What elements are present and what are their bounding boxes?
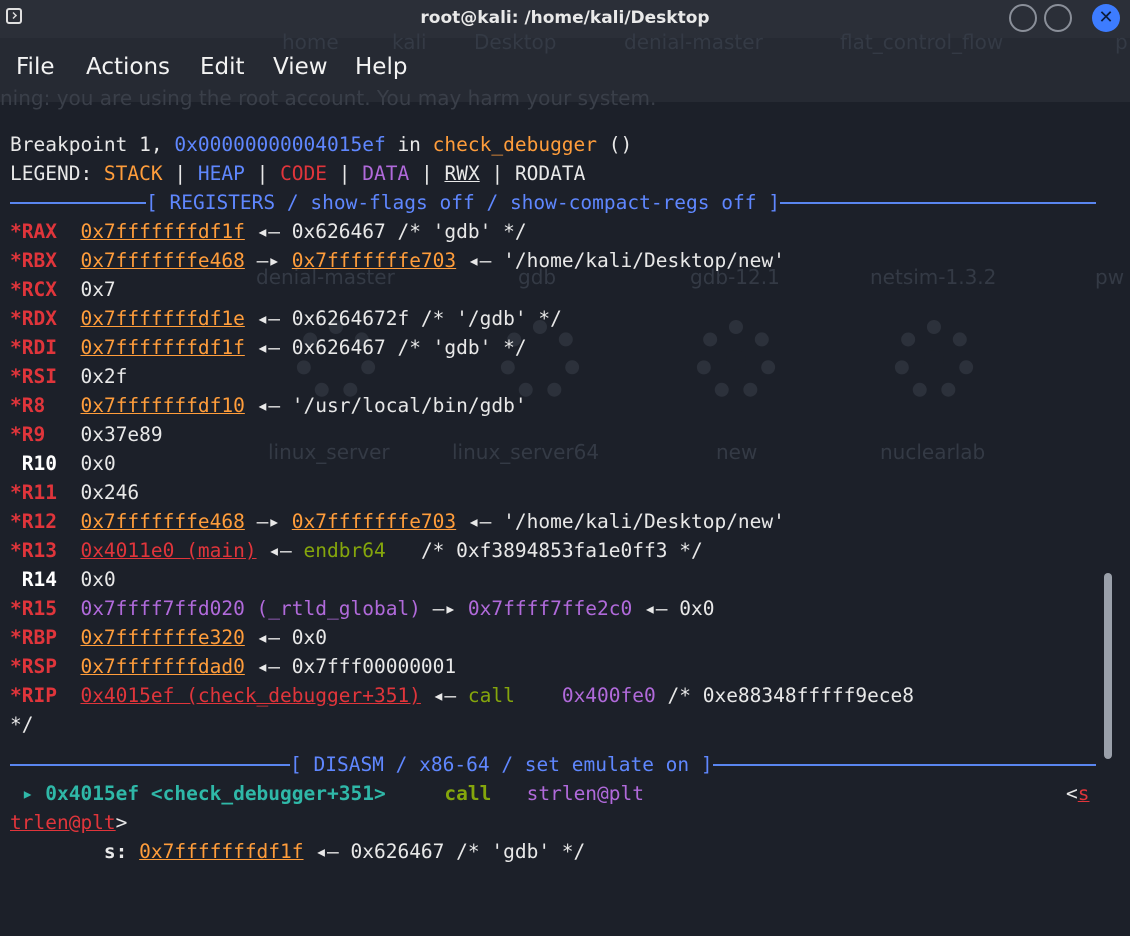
disasm-current-line: ▸ 0x4015ef <check_debugger+351> call str… — [21, 782, 645, 805]
minimize-button[interactable] — [1009, 4, 1037, 32]
ghost-gear-icon — [696, 320, 776, 400]
window-title: root@kali: /home/kali/Desktop — [420, 8, 710, 28]
legend-rwx: RWX — [444, 162, 480, 185]
register-row: *R15 0x7ffff7ffd020 (_rtld_global) —▸ 0x… — [10, 597, 715, 620]
menu-help[interactable]: Help — [355, 54, 407, 80]
ghost-icon-label: new — [716, 440, 758, 464]
register-row: *R8 0x7fffffffdf10 ◂— '/usr/local/bin/gd… — [10, 394, 527, 417]
ghost-tab: kali — [392, 30, 427, 54]
register-row: R14 0x0 — [21, 568, 116, 591]
register-row: *R9 0x37e89 — [10, 423, 163, 446]
ghost-icon-label: netsim-1.3.2 — [870, 265, 997, 289]
root-warning-ghost: ning: you are using the root account. Yo… — [0, 86, 657, 110]
legend-rodata: RODATA — [514, 162, 586, 185]
disasm-mnemonic: call — [444, 782, 492, 805]
menu-edit[interactable]: Edit — [200, 54, 245, 80]
ghost-tab: denial-master — [624, 30, 763, 54]
register-row: R10 0x0 — [21, 452, 116, 475]
register-row: *RCX 0x7 — [10, 278, 116, 301]
breakpoint-address: 0x00000000004015ef — [174, 133, 386, 156]
register-row: *RBX 0x7fffffffe468 —▸ 0x7fffffffe703 ◂—… — [10, 249, 785, 272]
ghost-tab: Desktop — [474, 30, 557, 54]
maximize-button[interactable] — [1044, 4, 1072, 32]
register-row: *RAX 0x7fffffffdf1f ◂— 0x626467 /* 'gdb'… — [10, 220, 527, 243]
legend-line: LEGEND: STACK | HEAP | CODE | DATA | RWX… — [10, 162, 586, 185]
menu-view[interactable]: View — [273, 54, 328, 80]
menu-file[interactable]: File — [16, 54, 55, 80]
disasm-header: [ DISASM / x86-64 / set emulate on ] — [290, 750, 713, 779]
disasm-operand: strlen@plt — [526, 782, 645, 805]
ghost-icon-label: pw — [1095, 265, 1125, 289]
rip-wrap-line: */ — [10, 713, 34, 736]
ghost-gear-icon — [894, 320, 974, 400]
breakpoint-function: check_debugger — [432, 133, 598, 156]
legend-heap: HEAP — [197, 162, 245, 185]
register-row: *RBP 0x7fffffffe320 ◂— 0x0 — [10, 626, 328, 649]
register-row: *RSP 0x7fffffffdad0 ◂— 0x7fff00000001 — [10, 655, 457, 678]
legend-stack: STACK — [103, 162, 163, 185]
close-icon: ✕ — [1098, 7, 1114, 28]
close-button[interactable]: ✕ — [1092, 4, 1120, 32]
register-row: *RDI 0x7fffffffdf1f ◂— 0x626467 /* 'gdb'… — [10, 336, 527, 359]
ghost-icon-label: linux_server64 — [452, 440, 600, 464]
ghost-tab: home — [282, 30, 339, 54]
ghost-icon-label: nuclearlab — [880, 440, 986, 464]
legend-code: CODE — [280, 162, 328, 185]
register-row: *RSI 0x2f — [10, 365, 128, 388]
disasm-symbol-start: <s — [1066, 782, 1090, 805]
breakpoint-line: Breakpoint 1, 0x00000000004015ef in chec… — [10, 133, 633, 156]
disasm-symbol-wrap: trlen@plt> — [10, 811, 128, 834]
scrollbar-thumb[interactable] — [1104, 573, 1112, 759]
disasm-address: 0x4015ef <check_debugger+351> — [45, 782, 386, 805]
ghost-tab: flat_control_flow — [840, 30, 1004, 54]
register-row: *RIP 0x4015ef (check_debugger+351) ◂— ca… — [10, 684, 915, 707]
legend-data: DATA — [362, 162, 410, 185]
arg-line: s: 0x7fffffffdf1f ◂— 0x626467 /* 'gdb' *… — [103, 840, 586, 863]
ghost-icon-label: linux_server — [268, 440, 390, 464]
register-row: *R13 0x4011e0 (main) ◂— endbr64 /* 0xf38… — [10, 539, 703, 562]
registers-header: [ REGISTERS / show-flags off / show-comp… — [146, 188, 780, 217]
register-row: *R11 0x246 — [10, 481, 140, 504]
register-row: *R12 0x7fffffffe468 —▸ 0x7fffffffe703 ◂—… — [10, 510, 785, 533]
register-row: *RDX 0x7fffffffdf1e ◂— 0x6264672f /* '/g… — [10, 307, 562, 330]
menu-actions[interactable]: Actions — [86, 54, 170, 80]
ghost-tab: p — [1115, 30, 1128, 54]
